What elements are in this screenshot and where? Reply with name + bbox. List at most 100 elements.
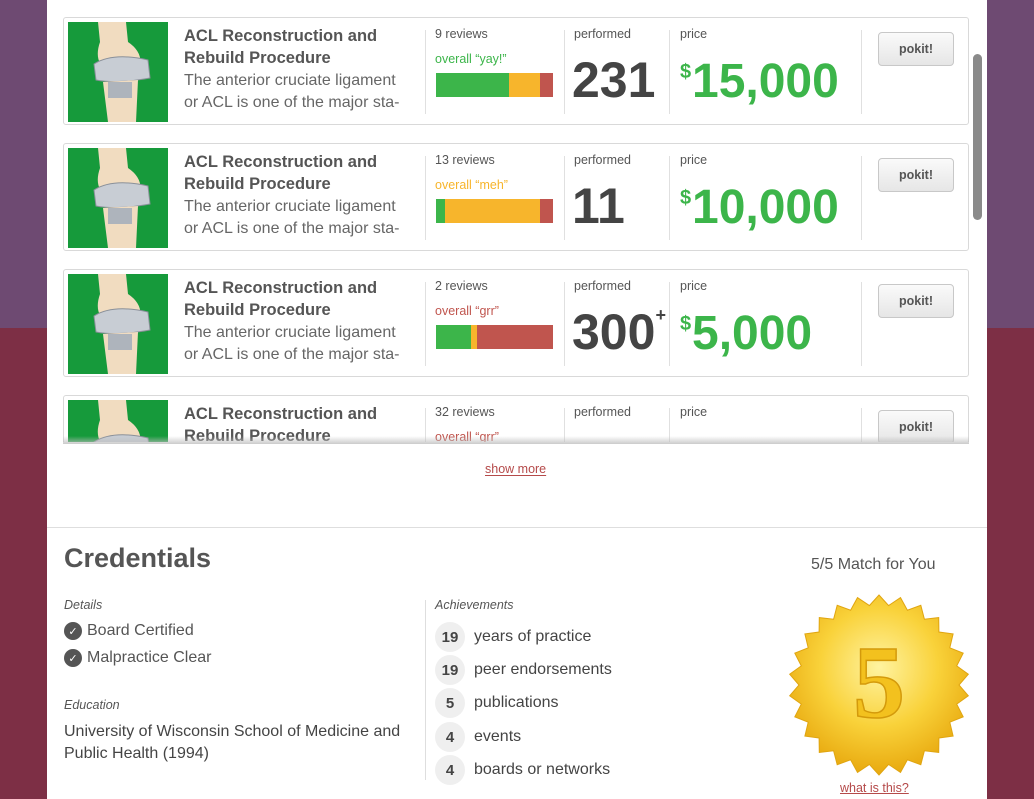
- card-divider: [425, 156, 426, 240]
- procedure-thumbnail[interactable]: [68, 274, 168, 374]
- procedure-card[interactable]: ACL Reconstruction and Rebuild Procedure…: [63, 269, 969, 377]
- achievement-count: 4: [435, 722, 465, 752]
- badge-number: 5: [853, 625, 905, 740]
- show-more-link[interactable]: show more: [485, 462, 546, 476]
- procedure-card[interactable]: ACL Reconstruction and Rebuild Procedure…: [63, 17, 969, 125]
- knee-implant-icon: [68, 274, 168, 374]
- performed-plus: +: [655, 305, 666, 325]
- currency-symbol: $: [680, 313, 692, 335]
- card-divider: [425, 30, 426, 114]
- card-divider: [564, 30, 565, 114]
- pokit-button[interactable]: pokit!: [878, 158, 954, 192]
- description-line: The anterior cruciate ligament: [184, 324, 396, 341]
- achievement-count: 19: [435, 655, 465, 685]
- achievements-label: Achievements: [435, 598, 514, 612]
- details-label: Details: [64, 598, 103, 612]
- card-divider: [861, 30, 862, 114]
- what-is-this-link[interactable]: what is this?: [840, 781, 909, 795]
- education-label: Education: [64, 698, 120, 712]
- match-badge-icon: 5: [788, 594, 970, 776]
- card-divider: [861, 156, 862, 240]
- performed-label: performed: [574, 279, 631, 293]
- procedure-title[interactable]: ACL Reconstruction and Rebuild Procedure: [184, 277, 404, 321]
- procedure-title[interactable]: ACL Reconstruction and Rebuild Procedure: [184, 151, 404, 195]
- review-count[interactable]: 13 reviews: [435, 153, 495, 167]
- check-icon: ✓: [64, 649, 82, 667]
- description-line: or ACL is one of the major sta-: [184, 94, 400, 111]
- price-value: 10,000: [692, 181, 839, 234]
- review-count[interactable]: 9 reviews: [435, 27, 488, 41]
- achievement-item: 5 publications: [435, 688, 559, 718]
- knee-implant-icon: [68, 148, 168, 248]
- achievement-text: boards or networks: [474, 761, 611, 778]
- rating-segment: [436, 73, 509, 97]
- description-line: or ACL is one of the major sta-: [184, 220, 400, 237]
- procedure-card[interactable]: ACL Reconstruction and Rebuild Procedure…: [63, 395, 969, 442]
- card-divider: [425, 282, 426, 366]
- review-count[interactable]: 32 reviews: [435, 405, 495, 419]
- achievement-item: 19 peer endorsements: [435, 655, 612, 685]
- education-text: University of Wisconsin School of Medici…: [64, 723, 401, 762]
- performed-count: 300+: [572, 303, 666, 361]
- currency-symbol: $: [680, 187, 692, 209]
- card-divider: [861, 282, 862, 366]
- list-fade: [63, 436, 969, 444]
- procedure-card[interactable]: ACL Reconstruction and Rebuild Procedure…: [63, 143, 969, 251]
- performed-label: performed: [574, 405, 631, 419]
- card-divider: [564, 156, 565, 240]
- column-divider: [425, 600, 426, 780]
- overall-rating: overall “yay!”: [435, 52, 507, 66]
- card-divider: [669, 156, 670, 240]
- achievement-item: 4 events: [435, 722, 521, 752]
- procedure-thumbnail[interactable]: [68, 148, 168, 248]
- performed-value: 11: [572, 178, 625, 234]
- procedure-list[interactable]: ACL Reconstruction and Rebuild Procedure…: [47, 0, 987, 442]
- match-score: 5/5 Match for You: [811, 556, 936, 573]
- price-value: 5,000: [692, 307, 813, 360]
- rating-segment: [540, 73, 553, 97]
- detail-malpractice-clear: ✓ Malpractice Clear: [64, 649, 211, 667]
- procedure-thumbnail[interactable]: [68, 22, 168, 122]
- achievement-text: years of practice: [474, 628, 592, 645]
- procedure-description: The anterior cruciate ligament or ACL is …: [184, 322, 424, 366]
- card-divider: [564, 282, 565, 366]
- price-label: price: [680, 279, 708, 293]
- procedure-title[interactable]: ACL Reconstruction and Rebuild Procedure: [184, 25, 404, 69]
- achievement-item: 19 years of practice: [435, 622, 591, 652]
- detail-board-certified: ✓ Board Certified: [64, 622, 194, 640]
- performed-label: performed: [574, 153, 631, 167]
- achievement-count: 4: [435, 755, 465, 785]
- credentials-title: Credentials: [64, 543, 212, 573]
- description-line: or ACL is one of the major sta-: [184, 346, 400, 363]
- price-label: price: [680, 153, 708, 167]
- achievement-text: publications: [474, 694, 559, 711]
- rating-segment: [436, 325, 472, 349]
- performed-value: 300: [572, 304, 656, 360]
- section-divider: [47, 527, 987, 528]
- performed-count: 11: [572, 177, 625, 235]
- overall-rating: overall “grr”: [435, 304, 499, 318]
- list-scrollbar[interactable]: [973, 54, 982, 220]
- performed-label: performed: [574, 27, 631, 41]
- currency-symbol: $: [680, 61, 692, 83]
- pokit-button[interactable]: pokit!: [878, 32, 954, 66]
- price-label: price: [680, 405, 708, 419]
- knee-implant-icon: [68, 22, 168, 122]
- main-panel: ACL Reconstruction and Rebuild Procedure…: [47, 0, 987, 799]
- check-icon: ✓: [64, 622, 82, 640]
- price-value: 15,000: [692, 55, 839, 108]
- achievement-item: 4 boards or networks: [435, 755, 610, 785]
- rating-segment: [508, 73, 541, 97]
- overall-rating: overall “meh”: [435, 178, 508, 192]
- achievement-text: events: [474, 728, 522, 745]
- description-line: The anterior cruciate ligament: [184, 72, 396, 89]
- rating-segment: [445, 199, 541, 223]
- detail-text: Board Certified: [87, 622, 194, 639]
- rating-segment: [540, 199, 553, 223]
- procedure-description: The anterior cruciate ligament or ACL is …: [184, 70, 424, 114]
- review-count[interactable]: 2 reviews: [435, 279, 488, 293]
- card-divider: [669, 282, 670, 366]
- price-label: price: [680, 27, 708, 41]
- pokit-button[interactable]: pokit!: [878, 284, 954, 318]
- performed-count: 231: [572, 51, 655, 109]
